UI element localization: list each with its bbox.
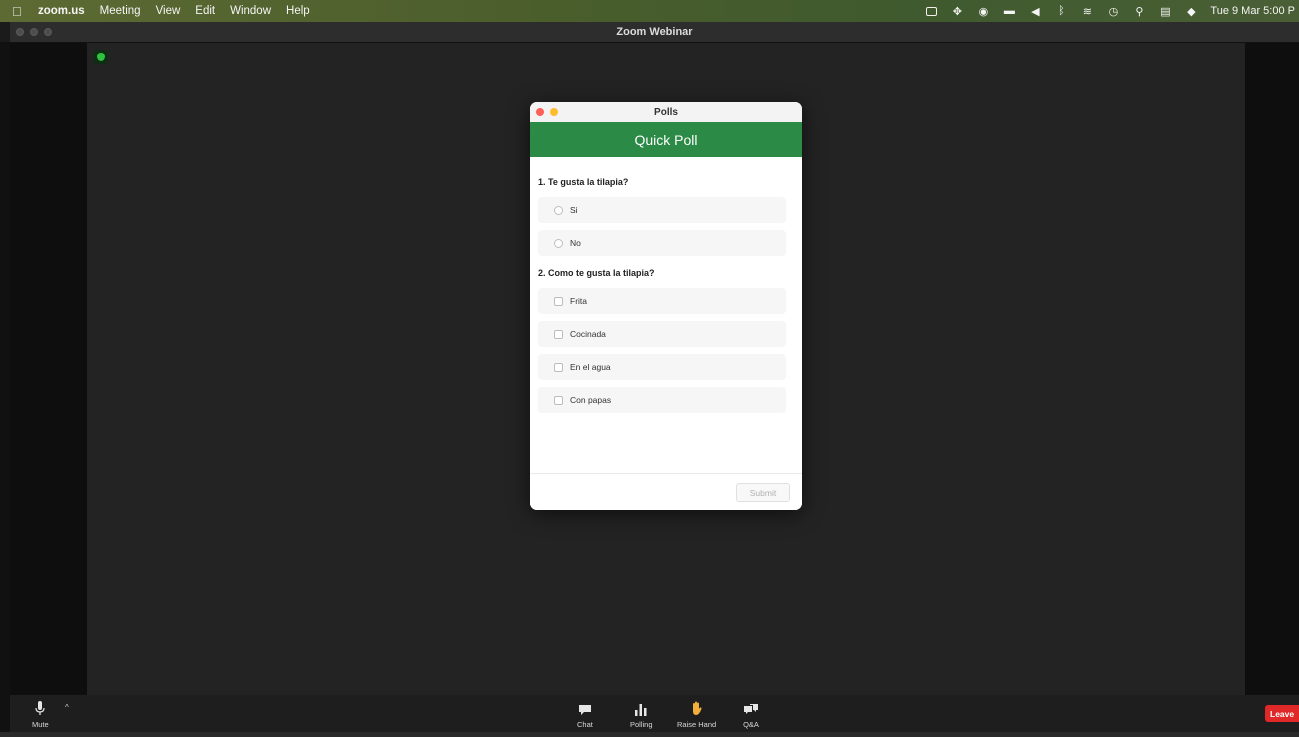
raise-hand-button[interactable]: Raise Hand: [677, 698, 716, 729]
option-cocinada[interactable]: Cocinada: [538, 321, 786, 347]
raise-hand-label: Raise Hand: [677, 720, 717, 729]
volume-icon[interactable]: ◀: [1028, 6, 1042, 18]
window-title: Zoom Webinar: [616, 26, 693, 38]
microphone-icon: [35, 698, 45, 716]
radio-button[interactable]: [554, 205, 563, 215]
chat-icon: [578, 698, 592, 716]
mute-label: Mute: [32, 720, 49, 729]
raise-hand-icon: [690, 698, 703, 716]
menu-window[interactable]: Window: [230, 5, 271, 17]
clock-icon[interactable]: ◷: [1106, 6, 1120, 18]
polling-button[interactable]: Polling: [630, 698, 653, 729]
polls-title: Polls: [654, 106, 678, 118]
window-titlebar: Zoom Webinar: [10, 22, 1299, 43]
option-label: Con papas: [570, 395, 612, 405]
option-frita[interactable]: Frita: [538, 288, 786, 314]
checkbox[interactable]: [554, 296, 563, 306]
checkbox[interactable]: [554, 395, 563, 405]
app-icon[interactable]: ◉: [976, 6, 990, 18]
screen-record-icon[interactable]: [924, 6, 938, 16]
close-window-button[interactable]: [16, 28, 24, 36]
option-con-papas[interactable]: Con papas: [538, 387, 786, 413]
polls-titlebar: Polls: [530, 102, 802, 122]
leave-button[interactable]: Leave: [1265, 705, 1299, 722]
menu-edit[interactable]: Edit: [195, 5, 215, 17]
menu-app[interactable]: zoom.us: [38, 5, 85, 17]
menu-view[interactable]: View: [156, 5, 181, 17]
chat-button[interactable]: Chat: [577, 698, 593, 729]
window-edge: [0, 42, 10, 732]
option-no[interactable]: No: [538, 230, 786, 256]
checkbox[interactable]: [554, 362, 563, 372]
polls-dialog: Polls Quick Poll 1. Te gusta la tilapia?…: [530, 102, 802, 510]
poll-body: 1. Te gusta la tilapia? Si No 2. Como te…: [530, 157, 802, 413]
poll-header: Quick Poll: [530, 122, 802, 157]
option-label: Cocinada: [570, 329, 606, 339]
dialog-controls: [536, 108, 558, 116]
search-icon[interactable]: ⚲: [1132, 6, 1146, 18]
minimize-dialog-button[interactable]: [550, 108, 558, 116]
menu-help[interactable]: Help: [286, 5, 310, 17]
menu-meeting[interactable]: Meeting: [100, 5, 141, 17]
minimize-window-button[interactable]: [30, 28, 38, 36]
siri-icon[interactable]: ◆: [1184, 6, 1198, 18]
menu-bar:  zoom.us Meeting View Edit Window Help …: [0, 0, 1299, 22]
bluetooth-icon[interactable]: ᛒ: [1054, 5, 1068, 17]
option-label: Si: [570, 205, 578, 215]
submit-button[interactable]: Submit: [736, 483, 790, 502]
chevron-up-icon[interactable]: ^: [65, 703, 69, 712]
close-dialog-button[interactable]: [536, 108, 544, 116]
security-shield-icon[interactable]: [94, 50, 108, 64]
control-center-icon[interactable]: ▤: [1158, 6, 1172, 18]
option-label: En el agua: [570, 362, 611, 372]
option-en-el-agua[interactable]: En el agua: [538, 354, 786, 380]
polling-label: Polling: [630, 720, 653, 729]
zoom-window-button[interactable]: [44, 28, 52, 36]
qa-icon: [743, 698, 759, 716]
option-si[interactable]: Si: [538, 197, 786, 223]
message-icon[interactable]: ▬: [1002, 5, 1016, 17]
dock-edge: [0, 732, 1299, 737]
qa-label: Q&A: [743, 720, 759, 729]
radio-button[interactable]: [554, 238, 563, 248]
menubar-clock[interactable]: Tue 9 Mar 5:00 P: [1210, 5, 1295, 17]
polling-icon: [634, 698, 648, 716]
dropbox-icon[interactable]: ✥: [950, 6, 964, 18]
mute-button[interactable]: Mute: [32, 698, 49, 729]
question-2: 2. Como te gusta la tilapia?: [538, 268, 655, 278]
question-1: 1. Te gusta la tilapia?: [538, 177, 629, 187]
wifi-icon[interactable]: ≋: [1080, 6, 1094, 18]
apple-icon[interactable]: : [12, 4, 26, 19]
dialog-footer: Submit: [530, 473, 802, 510]
chat-label: Chat: [577, 720, 593, 729]
checkbox[interactable]: [554, 329, 563, 339]
status-area: ✥ ◉ ▬ ◀ ᛒ ≋ ◷ ⚲ ▤ ◆ Tue 9 Mar 5:00 P: [918, 0, 1295, 22]
meeting-toolbar: Mute ^ Chat Polling Raise Hand Q&A Leave: [10, 695, 1299, 732]
window-controls: [16, 28, 52, 36]
option-label: No: [570, 238, 581, 248]
qa-button[interactable]: Q&A: [743, 698, 759, 729]
option-label: Frita: [570, 296, 587, 306]
